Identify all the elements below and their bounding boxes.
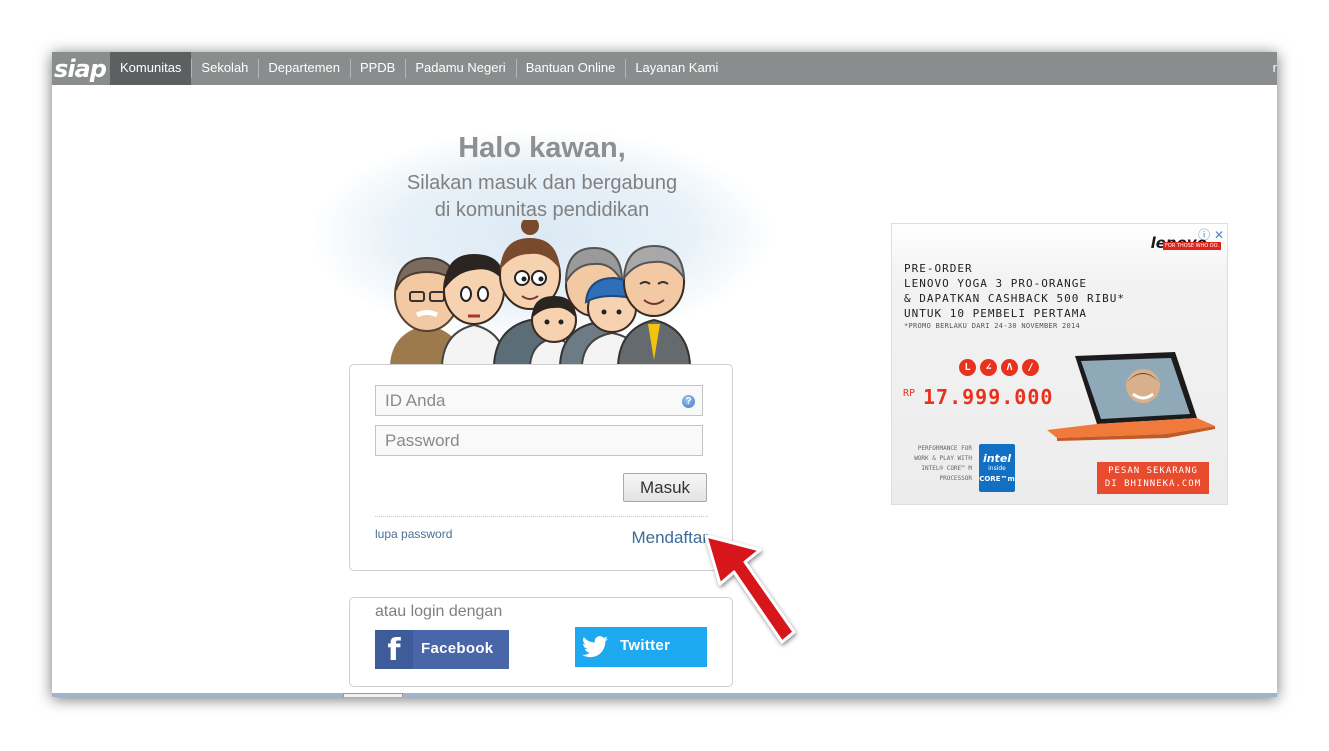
- tablet-mode-icon: /: [1022, 359, 1039, 376]
- bottom-scrollbar-strip: [52, 693, 1277, 697]
- nav-right-text[interactable]: r: [1273, 52, 1277, 85]
- ad-line-1: PRE-ORDER: [904, 262, 973, 275]
- facebook-label: Facebook: [421, 640, 494, 657]
- nav-item-komunitas[interactable]: Komunitas: [110, 52, 192, 85]
- lenovo-tagline: FOR THOSE WHO DO.: [1163, 242, 1221, 250]
- ad-line-2: LENOVO YOGA 3 PRO-ORANGE: [904, 277, 1087, 290]
- password-input[interactable]: [376, 426, 702, 455]
- help-icon[interactable]: ?: [682, 395, 695, 408]
- bottom-tab[interactable]: [343, 693, 403, 697]
- ad-line-3: & DAPATKAN CASHBACK 500 RIBU*: [904, 292, 1126, 305]
- nav-item-padamu-negeri[interactable]: Padamu Negeri: [405, 52, 515, 85]
- divider: [375, 516, 708, 517]
- social-login-panel: atau login dengan f Facebook Twitter: [349, 597, 733, 687]
- red-arrow-annotation: [704, 534, 796, 644]
- login-panel: ? Masuk lupa password Mendaftar: [349, 364, 733, 571]
- login-button[interactable]: Masuk: [623, 473, 707, 502]
- twitter-bird-icon: [582, 636, 608, 658]
- intel-inside-text: inside: [988, 465, 1006, 472]
- ad-order-button[interactable]: PESAN SEKARANG DI BHINNEKA.COM: [1097, 462, 1209, 494]
- nav-item-sekolah[interactable]: Sekolah: [191, 52, 258, 85]
- ad-line-4: UNTUK 10 PEMBELI PERTAMA: [904, 307, 1087, 320]
- hero-subtitle-line2: di komunitas pendidikan: [434, 199, 650, 221]
- tent-mode-icon: Λ: [1001, 359, 1018, 376]
- nav-item-departemen[interactable]: Departemen: [258, 52, 350, 85]
- ad-cta-line-2: DI BHINNEKA.COM: [1104, 479, 1202, 489]
- yoga-mode-icons: L ∠ Λ /: [959, 359, 1039, 376]
- browser-viewport: siap Komunitas Sekolah Departemen PPDB P…: [52, 52, 1277, 697]
- id-input[interactable]: [376, 386, 702, 415]
- twitter-login-button[interactable]: Twitter: [575, 627, 707, 667]
- facebook-login-button[interactable]: f Facebook: [375, 630, 509, 669]
- laptop-mode-icon: L: [959, 359, 976, 376]
- laptop-image: [1047, 352, 1215, 441]
- social-login-label: atau login dengan: [375, 603, 503, 620]
- intel-logo: intel: [982, 452, 1012, 465]
- id-field-wrapper: ?: [375, 385, 703, 416]
- ad-cta-line-1: PESAN SEKARANG: [1108, 466, 1198, 476]
- hero-title: Halo kawan,: [458, 132, 626, 164]
- twitter-label: Twitter: [620, 637, 671, 654]
- hero-subtitle-line1: Silakan masuk dan bergabung: [406, 172, 678, 194]
- nav-item-ppdb[interactable]: PPDB: [349, 52, 405, 85]
- password-field-wrapper: [375, 425, 703, 456]
- nav-item-bantuan-online[interactable]: Bantuan Online: [515, 52, 626, 85]
- facebook-icon: f: [375, 630, 413, 669]
- ad-promo-note: *PROMO BERLAKU DARI 24-30 NOVEMBER 2014: [904, 322, 1081, 330]
- intel-core-text: CORE™m: [979, 475, 1015, 483]
- ad-price: 17.999.000: [923, 385, 1054, 409]
- stand-mode-icon: ∠: [980, 359, 997, 376]
- intel-core-m-badge: intel inside CORE™m: [979, 444, 1015, 492]
- nav-item-layanan-kami[interactable]: Layanan Kami: [625, 52, 728, 85]
- ad-price-prefix: RP: [903, 388, 916, 399]
- ad-performance-note: PERFORMANCE FOR WORK & PLAY WITH INTEL® …: [914, 445, 972, 482]
- community-characters-illustration: [390, 220, 692, 365]
- welcome-hero: Halo kawan, Silakan masuk dan bergabung …: [302, 110, 782, 368]
- siap-logo[interactable]: siap: [52, 52, 108, 85]
- top-navbar: siap Komunitas Sekolah Departemen PPDB P…: [52, 52, 1277, 85]
- forgot-password-link[interactable]: lupa password: [375, 527, 452, 541]
- lenovo-ad-banner[interactable]: ⓘ ✕ lenovo FOR THOSE WHO DO. PRE-ORDER L…: [891, 223, 1228, 505]
- nav-menu: Komunitas Sekolah Departemen PPDB Padamu…: [110, 52, 728, 85]
